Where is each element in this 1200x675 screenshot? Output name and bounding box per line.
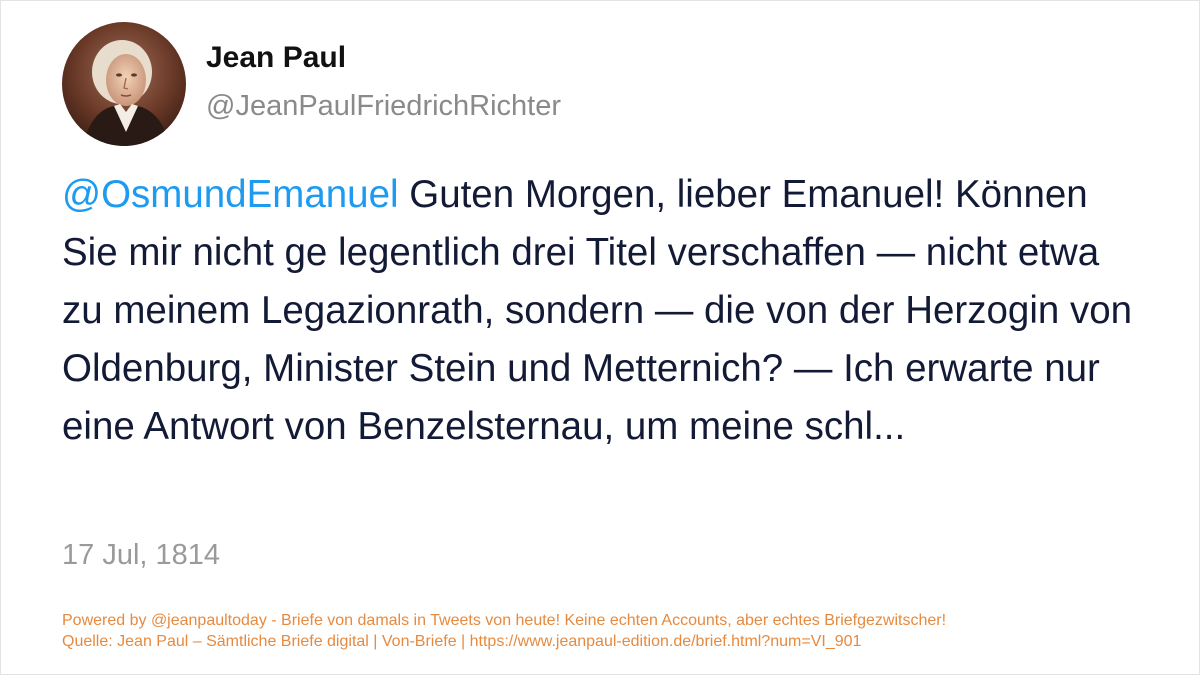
- account-handle[interactable]: @JeanPaulFriedrichRichter: [206, 90, 561, 123]
- footer: Powered by @jeanpaultoday - Briefe von d…: [62, 610, 946, 652]
- tweet-card: Jean Paul @JeanPaulFriedrichRichter @Osm…: [0, 0, 1200, 675]
- profile-avatar[interactable]: [62, 22, 186, 146]
- display-name[interactable]: Jean Paul: [206, 41, 346, 75]
- tweet-text: @OsmundEmanuel Guten Morgen, lieber Eman…: [62, 166, 1142, 456]
- footer-credit: Powered by @jeanpaultoday - Briefe von d…: [62, 612, 947, 629]
- footer-source: Quelle: Jean Paul – Sämtliche Briefe dig…: [62, 633, 862, 650]
- mention-link[interactable]: @OsmundEmanuel: [62, 173, 399, 216]
- tweet-timestamp[interactable]: 17 Jul, 1814: [62, 539, 220, 572]
- portrait-avatar-icon: [62, 22, 186, 146]
